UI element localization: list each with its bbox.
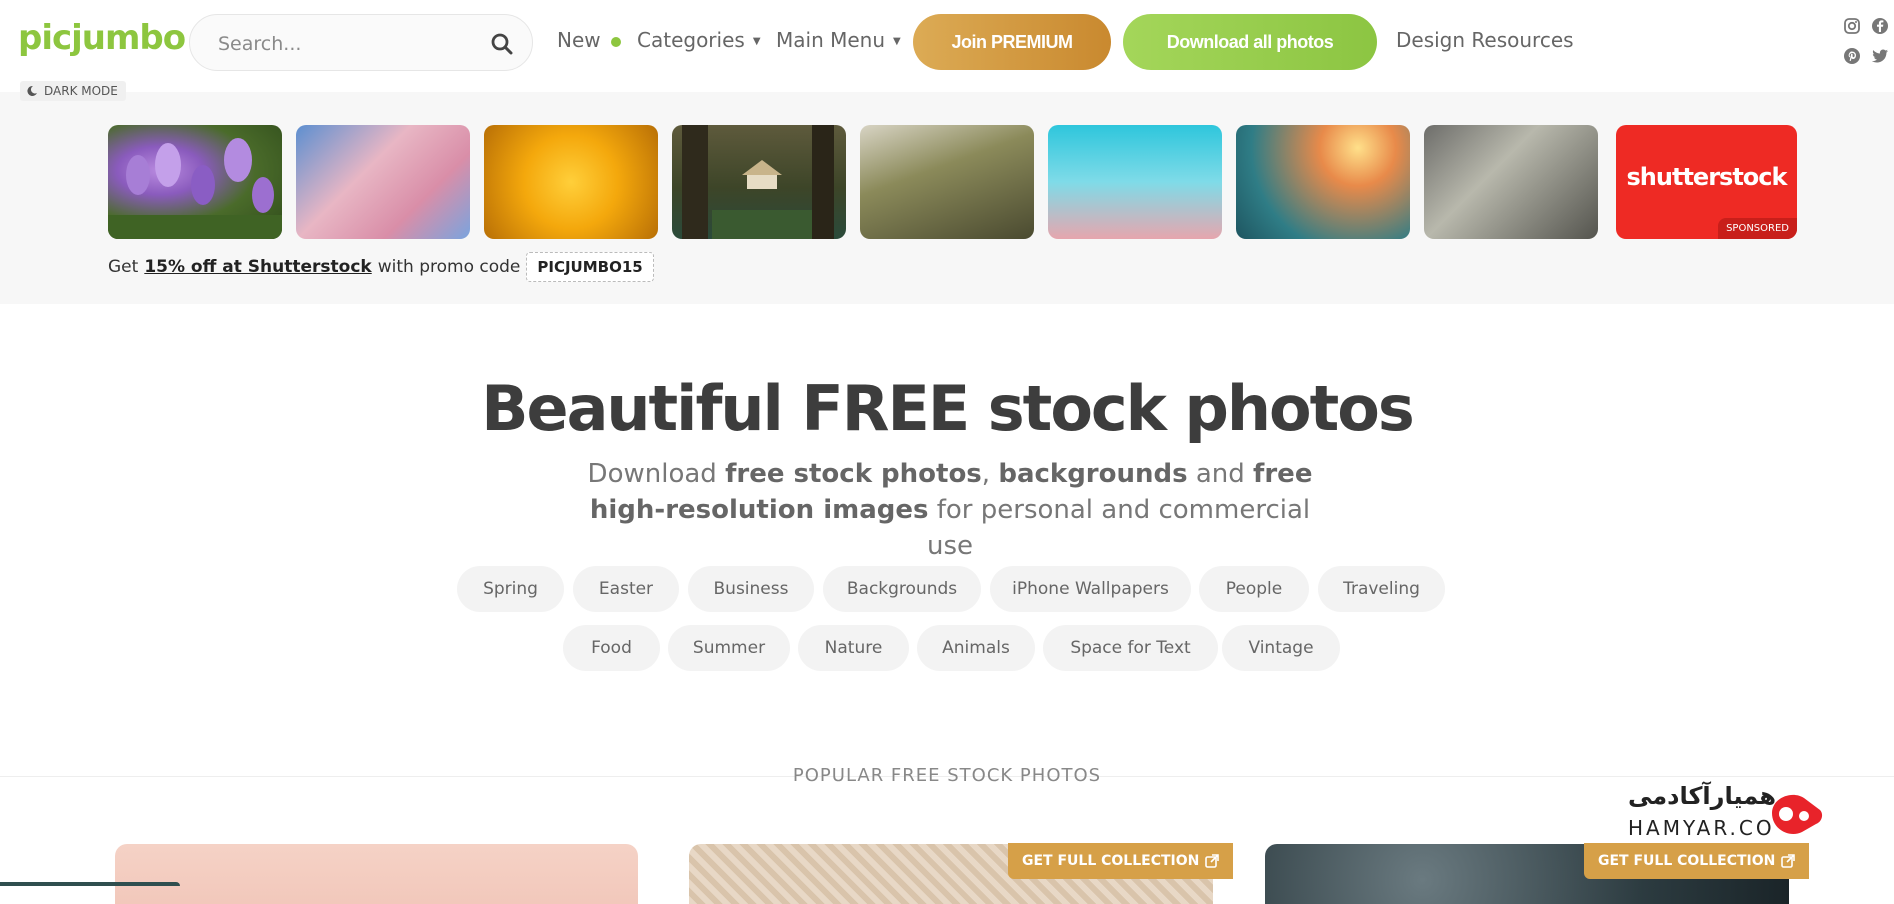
photo-card-1[interactable] bbox=[115, 844, 638, 904]
shutterstock-logo: shutterstock bbox=[1626, 163, 1788, 191]
tag-vintage[interactable]: Vintage bbox=[1222, 625, 1340, 671]
twitter-icon[interactable] bbox=[1871, 47, 1889, 65]
badge-label: GET FULL COLLECTION bbox=[1598, 853, 1776, 869]
thumbnail-pink-sky-flowers[interactable] bbox=[1048, 125, 1222, 239]
hamyar-watermark: همیارآکادمی HAMYAR.CO bbox=[1624, 782, 1824, 842]
tag-animals[interactable]: Animals bbox=[917, 625, 1035, 671]
popular-section-title: POPULAR FREE STOCK PHOTOS bbox=[792, 765, 1102, 786]
thumbnail-yellow-flowers[interactable] bbox=[484, 125, 658, 239]
instagram-icon[interactable] bbox=[1843, 17, 1861, 35]
thumbnail-tree-buds[interactable] bbox=[860, 125, 1034, 239]
promo-code[interactable]: PICJUMBO15 bbox=[526, 252, 654, 282]
sponsored-label: SPONSORED bbox=[1718, 218, 1797, 239]
thumbnail-white-blossom[interactable] bbox=[1424, 125, 1598, 239]
search-icon[interactable] bbox=[490, 32, 514, 56]
moon-icon bbox=[27, 85, 37, 96]
join-premium-button[interactable]: Join PREMIUM bbox=[913, 14, 1111, 70]
tag-backgrounds[interactable]: Backgrounds bbox=[823, 566, 981, 612]
nav-new-label: New bbox=[557, 28, 601, 52]
tag-people[interactable]: People bbox=[1199, 566, 1309, 612]
thumbnail-birdhouse[interactable] bbox=[672, 125, 846, 239]
facebook-icon[interactable] bbox=[1871, 17, 1889, 35]
nav-new[interactable]: New bbox=[557, 28, 621, 52]
watermark-latin-text: HAMYAR.CO bbox=[1628, 816, 1775, 840]
tag-traveling[interactable]: Traveling bbox=[1318, 566, 1445, 612]
logo[interactable]: picjumbo bbox=[18, 18, 186, 58]
header: picjumbo New Categories ▼ Main Menu ▼ Join… bbox=[0, 0, 1894, 92]
bottom-bar bbox=[0, 882, 180, 886]
tag-summer[interactable]: Summer bbox=[668, 625, 790, 671]
external-link-icon bbox=[1781, 854, 1796, 868]
hero-sub-text-1: Download bbox=[587, 459, 717, 489]
hamyar-logo-icon bbox=[1772, 794, 1823, 834]
promo-prefix: Get bbox=[108, 257, 139, 277]
download-all-button[interactable]: Download all photos bbox=[1123, 14, 1377, 70]
dark-mode-label: DARK MODE bbox=[44, 84, 118, 98]
promo-line: Get 15% off at Shutterstock with promo c… bbox=[108, 252, 654, 282]
hero-sub-text-3: and bbox=[1195, 459, 1245, 489]
search-input[interactable] bbox=[218, 31, 478, 57]
tag-space-for-text[interactable]: Space for Text bbox=[1043, 625, 1218, 671]
birdhouse-photo bbox=[682, 125, 834, 239]
caret-down-icon: ▼ bbox=[752, 36, 761, 47]
external-link-icon bbox=[1205, 854, 1220, 868]
hero-sub-bold-1: free stock photos bbox=[725, 459, 982, 489]
tag-easter[interactable]: Easter bbox=[573, 566, 679, 612]
thumbnail-sunset-blossom[interactable] bbox=[1236, 125, 1410, 239]
hero-sub-text-4: for personal and commercial use bbox=[926, 495, 1311, 561]
hero-sub-text-2: , bbox=[981, 459, 991, 489]
nav-categories-label: Categories bbox=[637, 28, 745, 52]
get-full-collection-badge[interactable]: GET FULL COLLECTION bbox=[1008, 843, 1234, 879]
thumbnail-crocus[interactable] bbox=[108, 125, 282, 239]
nav-main-menu-label: Main Menu bbox=[776, 28, 886, 52]
thumbnail-pink-blossom[interactable] bbox=[296, 125, 470, 239]
hero-title: Beautiful FREE stock photos bbox=[481, 372, 1414, 445]
new-dot-icon bbox=[610, 36, 621, 47]
search-box[interactable] bbox=[189, 14, 533, 71]
tag-business[interactable]: Business bbox=[688, 566, 814, 612]
badge-label: GET FULL COLLECTION bbox=[1022, 853, 1200, 869]
watermark-persian-text: همیارآکادمی bbox=[1628, 782, 1777, 810]
nav-main-menu[interactable]: Main Menu ▼ bbox=[776, 28, 901, 52]
promo-link[interactable]: 15% off at Shutterstock bbox=[144, 257, 371, 277]
shutterstock-ad[interactable]: shutterstock SPONSORED bbox=[1616, 125, 1797, 239]
tag-nature[interactable]: Nature bbox=[798, 625, 909, 671]
promo-middle: with promo code bbox=[377, 257, 521, 277]
nav-categories[interactable]: Categories ▼ bbox=[637, 28, 761, 52]
crocus-photo bbox=[108, 138, 282, 239]
pinterest-icon[interactable] bbox=[1843, 47, 1861, 65]
dark-mode-toggle[interactable]: DARK MODE bbox=[20, 81, 126, 101]
tag-iphone-wallpapers[interactable]: iPhone Wallpapers bbox=[990, 566, 1191, 612]
tag-food[interactable]: Food bbox=[563, 625, 660, 671]
caret-down-icon: ▼ bbox=[893, 36, 901, 47]
nav-design-resources[interactable]: Design Resources bbox=[1396, 28, 1574, 52]
tag-spring[interactable]: Spring bbox=[457, 566, 564, 612]
hero-subtitle: Download free stock photos, backgrounds … bbox=[577, 456, 1323, 564]
get-full-collection-badge[interactable]: GET FULL COLLECTION bbox=[1584, 843, 1810, 879]
hero-sub-bold-2: backgrounds bbox=[998, 459, 1188, 489]
